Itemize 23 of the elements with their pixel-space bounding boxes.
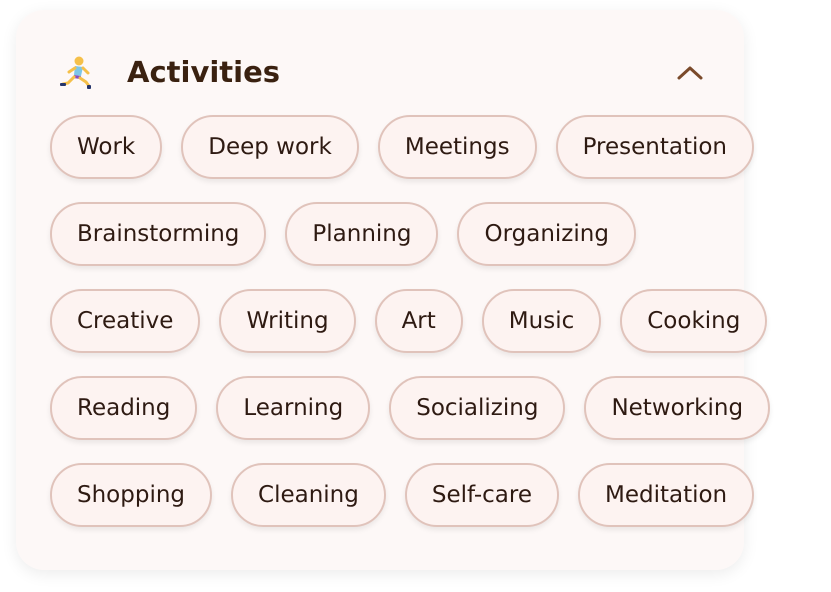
activity-chip[interactable]: Art bbox=[374, 289, 463, 353]
activity-chip[interactable]: Presentation bbox=[556, 115, 754, 179]
activity-chip[interactable]: Planning bbox=[285, 202, 438, 266]
activity-chip[interactable]: Cooking bbox=[620, 289, 768, 353]
chevron-up-icon bbox=[677, 65, 703, 81]
panel-title: Activities bbox=[127, 54, 280, 92]
activity-chip[interactable]: Meditation bbox=[578, 463, 754, 527]
activity-chip[interactable]: Brainstorming bbox=[50, 202, 266, 266]
activity-chip[interactable]: Writing bbox=[219, 289, 356, 353]
activity-chip[interactable]: Reading bbox=[50, 376, 198, 440]
activity-chip[interactable]: Meetings bbox=[378, 115, 537, 179]
activity-chip[interactable]: Learning bbox=[216, 376, 370, 440]
activity-chip[interactable]: Music bbox=[482, 289, 602, 353]
activity-chip[interactable]: Organizing bbox=[457, 202, 636, 266]
activity-chip[interactable]: Cleaning bbox=[231, 463, 386, 527]
activity-chip[interactable]: Networking bbox=[584, 376, 770, 440]
activity-chip[interactable]: Deep work bbox=[181, 115, 359, 179]
activity-chip[interactable]: Work bbox=[50, 115, 162, 179]
activity-chip[interactable]: Socializing bbox=[389, 376, 566, 440]
activity-chip[interactable]: Shopping bbox=[50, 463, 212, 527]
activity-chip[interactable]: Self-care bbox=[404, 463, 559, 527]
activity-chip[interactable]: Creative bbox=[50, 289, 200, 353]
runner-icon bbox=[59, 56, 93, 90]
